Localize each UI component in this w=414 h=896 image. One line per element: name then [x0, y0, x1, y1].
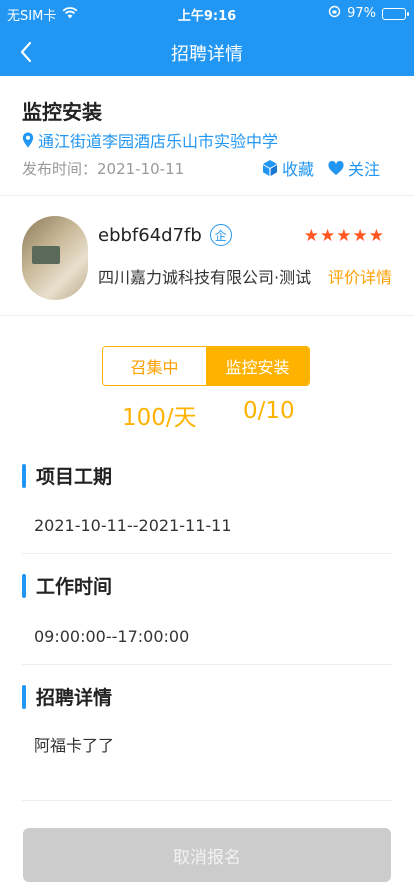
- company-card: ebbf64d7fb 企 ★ ★ ★ ★ ★ 四川嘉力诚科技有限公司·测试 评价详情: [0, 196, 414, 316]
- detail-value: 阿福卡了了: [34, 736, 115, 755]
- period-title: 项目工期: [36, 466, 113, 488]
- follow-label: 关注: [347, 160, 380, 179]
- avatar[interactable]: [22, 216, 88, 300]
- job-category-tag: 监控安装: [206, 347, 309, 385]
- status-right: 97%: [328, 5, 409, 22]
- publish-time: 发布时间：2021-10-11: [22, 160, 185, 178]
- divider: [22, 800, 392, 801]
- star-icon: ★: [303, 226, 319, 246]
- star-icon: ★: [368, 226, 384, 246]
- job-location[interactable]: 通江街道李园酒店乐山市实验中学: [22, 128, 278, 152]
- enterprise-badge-icon: 企: [209, 224, 232, 246]
- period-value: 2021-10-11--2021-11-11: [34, 516, 232, 535]
- favorite-button[interactable]: 收藏: [262, 156, 314, 180]
- job-actions: 收藏 关注: [262, 156, 380, 180]
- worktime-section-title: 工作时间: [22, 572, 112, 599]
- star-icon: ★: [336, 226, 352, 246]
- job-location-text: 通江街道李园酒店乐山市实验中学: [38, 132, 279, 151]
- cancel-signup-button[interactable]: 取消报名: [23, 828, 391, 882]
- detail-section-title: 招聘详情: [22, 683, 112, 710]
- star-icon: ★: [352, 226, 368, 246]
- status-toggle: 召集中 监控安装: [102, 346, 310, 386]
- section-accent-bar: [22, 463, 26, 488]
- star-icon: ★: [320, 226, 336, 246]
- divider: [22, 553, 392, 554]
- recruit-status-tag: 召集中: [103, 347, 206, 385]
- username: ebbf64d7fb: [98, 224, 202, 246]
- avatar-photo-detail: [32, 246, 60, 264]
- period-section-title: 项目工期: [22, 462, 112, 489]
- top-bar: 无SIM卡 上午9:16 97% 招聘详情: [0, 0, 414, 76]
- headcount: 0/10: [243, 398, 295, 424]
- job-info: 监控安装 通江街道李园酒店乐山市实验中学 发布时间：2021-10-11 收藏 …: [0, 76, 414, 196]
- section-accent-bar: [22, 573, 26, 598]
- detail-title: 招聘详情: [36, 687, 113, 709]
- heart-icon: [328, 160, 344, 175]
- cube-icon: [262, 160, 277, 176]
- status-bar: 无SIM卡 上午9:16 97%: [0, 0, 414, 28]
- battery-icon: [382, 7, 409, 20]
- follow-button[interactable]: 关注: [328, 156, 380, 180]
- company-name: 四川嘉力诚科技有限公司·测试: [98, 268, 312, 287]
- rating-stars: ★ ★ ★ ★ ★: [304, 226, 384, 246]
- nav-bar: 招聘详情: [0, 28, 414, 76]
- favorite-label: 收藏: [281, 160, 314, 179]
- divider: [22, 664, 392, 665]
- worktime-title: 工作时间: [36, 576, 113, 598]
- location-pin-icon: [22, 132, 34, 148]
- job-title: 监控安装: [22, 100, 102, 124]
- username-row: ebbf64d7fb 企: [98, 224, 232, 246]
- section-accent-bar: [22, 684, 26, 709]
- battery-percent: 97%: [347, 6, 376, 21]
- rotation-lock-icon: [328, 5, 341, 22]
- worktime-value: 09:00:00--17:00:00: [34, 627, 190, 646]
- daily-pay: 100/天: [122, 405, 197, 431]
- page-title: 招聘详情: [171, 44, 243, 65]
- review-details-link[interactable]: 评价详情: [328, 264, 392, 288]
